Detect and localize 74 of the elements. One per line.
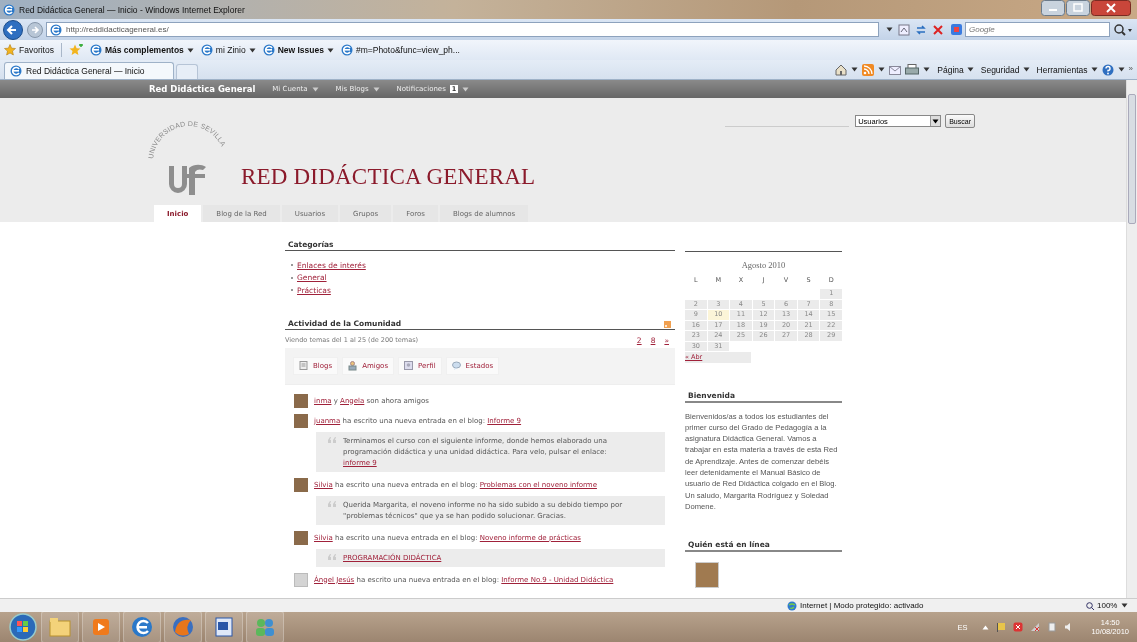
g-logo-icon (951, 24, 962, 35)
quote-icon (328, 553, 336, 560)
avatar-photo-placeholder[interactable] (294, 413, 308, 428)
star-icon (4, 44, 16, 56)
caret-icon[interactable] (1117, 67, 1125, 72)
window-title: Red Didáctica General — Inicio - Windows Internet Explorer (19, 4, 246, 15)
favorites-link[interactable]: #m=Photo&func=view_ph... (340, 44, 460, 56)
caret-icon[interactable] (1121, 603, 1129, 608)
caret-icon[interactable] (886, 27, 893, 32)
calendar-month: Agosto 2010 (740, 259, 787, 272)
browser-tab[interactable]: Red Didáctica General — Inicio (4, 62, 174, 79)
caret-icon[interactable] (1022, 67, 1030, 72)
maximize-button[interactable] (1066, 0, 1090, 16)
compatibility-icon[interactable] (898, 23, 910, 36)
e-logo-icon (200, 44, 213, 56)
university-seal-drawing (169, 164, 206, 195)
favorites-link[interactable]: mi Zinio (200, 44, 256, 56)
printer-icon[interactable] (905, 63, 920, 76)
globe-icon (787, 600, 797, 611)
caret-icon[interactable] (186, 47, 194, 53)
speech-bubble-icon (451, 360, 461, 371)
scrollbar[interactable] (1126, 80, 1137, 598)
close-button[interactable] (1091, 0, 1131, 16)
caret-icon[interactable] (1090, 67, 1098, 72)
favorites-link[interactable]: New Issues (262, 44, 334, 56)
minimize-button[interactable] (1041, 0, 1065, 16)
up-arrow-icon[interactable] (982, 624, 990, 630)
quote-icon (328, 436, 336, 443)
caret-icon[interactable] (923, 67, 931, 72)
back-button[interactable] (2, 19, 24, 40)
flag-icon[interactable] (996, 622, 1007, 632)
quote-icon (328, 500, 336, 507)
command-menu[interactable]: Seguridad (980, 64, 1030, 75)
command-menu[interactable]: Herramientas (1036, 64, 1098, 75)
caret-icon[interactable] (851, 67, 859, 72)
start-button[interactable] (8, 612, 38, 642)
shield-icon[interactable] (1013, 622, 1024, 632)
e-logo-icon (3, 3, 15, 16)
network-icon[interactable] (1030, 622, 1041, 632)
e-logo-icon (10, 65, 22, 77)
address-field[interactable]: http://reddidacticageneral.es/ (46, 22, 879, 37)
favorites-button[interactable]: Favoritos (4, 44, 54, 56)
e-logo-icon (340, 44, 353, 56)
site-logo-title[interactable]: RED DIDÁCTICA GENERAL (241, 164, 536, 190)
avatar-photo-placeholder[interactable] (294, 393, 308, 408)
command-menu[interactable]: Página (937, 64, 974, 75)
security-zone[interactable]: Internet | Modo protegido: activado (787, 600, 1027, 611)
favorites-link[interactable]: Más complementos (89, 44, 194, 56)
overflow-button[interactable]: » (1128, 63, 1133, 73)
e-logo-icon (89, 44, 102, 56)
picture-icon (404, 360, 414, 371)
site-name[interactable]: Red Didáctica General (149, 84, 256, 94)
search-field[interactable]: Google (965, 22, 1110, 37)
forward-button[interactable] (27, 21, 43, 38)
caret-icon[interactable] (932, 118, 940, 124)
user-photo-placeholder[interactable] (695, 562, 719, 589)
person-icon (348, 360, 358, 371)
help-icon[interactable] (1101, 63, 1114, 76)
avatar-photo-placeholder[interactable] (294, 530, 308, 545)
caret-icon[interactable] (248, 47, 256, 53)
e-logo-icon (50, 23, 62, 36)
caret-icon[interactable] (326, 47, 334, 53)
e-logo-icon (262, 44, 275, 56)
avatar-photo-placeholder[interactable] (294, 477, 308, 492)
home-icon[interactable] (835, 63, 848, 76)
zoom-level[interactable]: 100% (1086, 601, 1118, 610)
caret-icon[interactable] (966, 67, 974, 72)
stop-icon[interactable] (932, 23, 944, 36)
search-icon[interactable] (1113, 22, 1133, 37)
device-icon[interactable] (1047, 622, 1058, 632)
magnifier-icon (1086, 601, 1094, 610)
caret-icon[interactable] (878, 67, 886, 72)
document-icon (299, 360, 308, 371)
refresh-icon[interactable] (915, 23, 927, 36)
